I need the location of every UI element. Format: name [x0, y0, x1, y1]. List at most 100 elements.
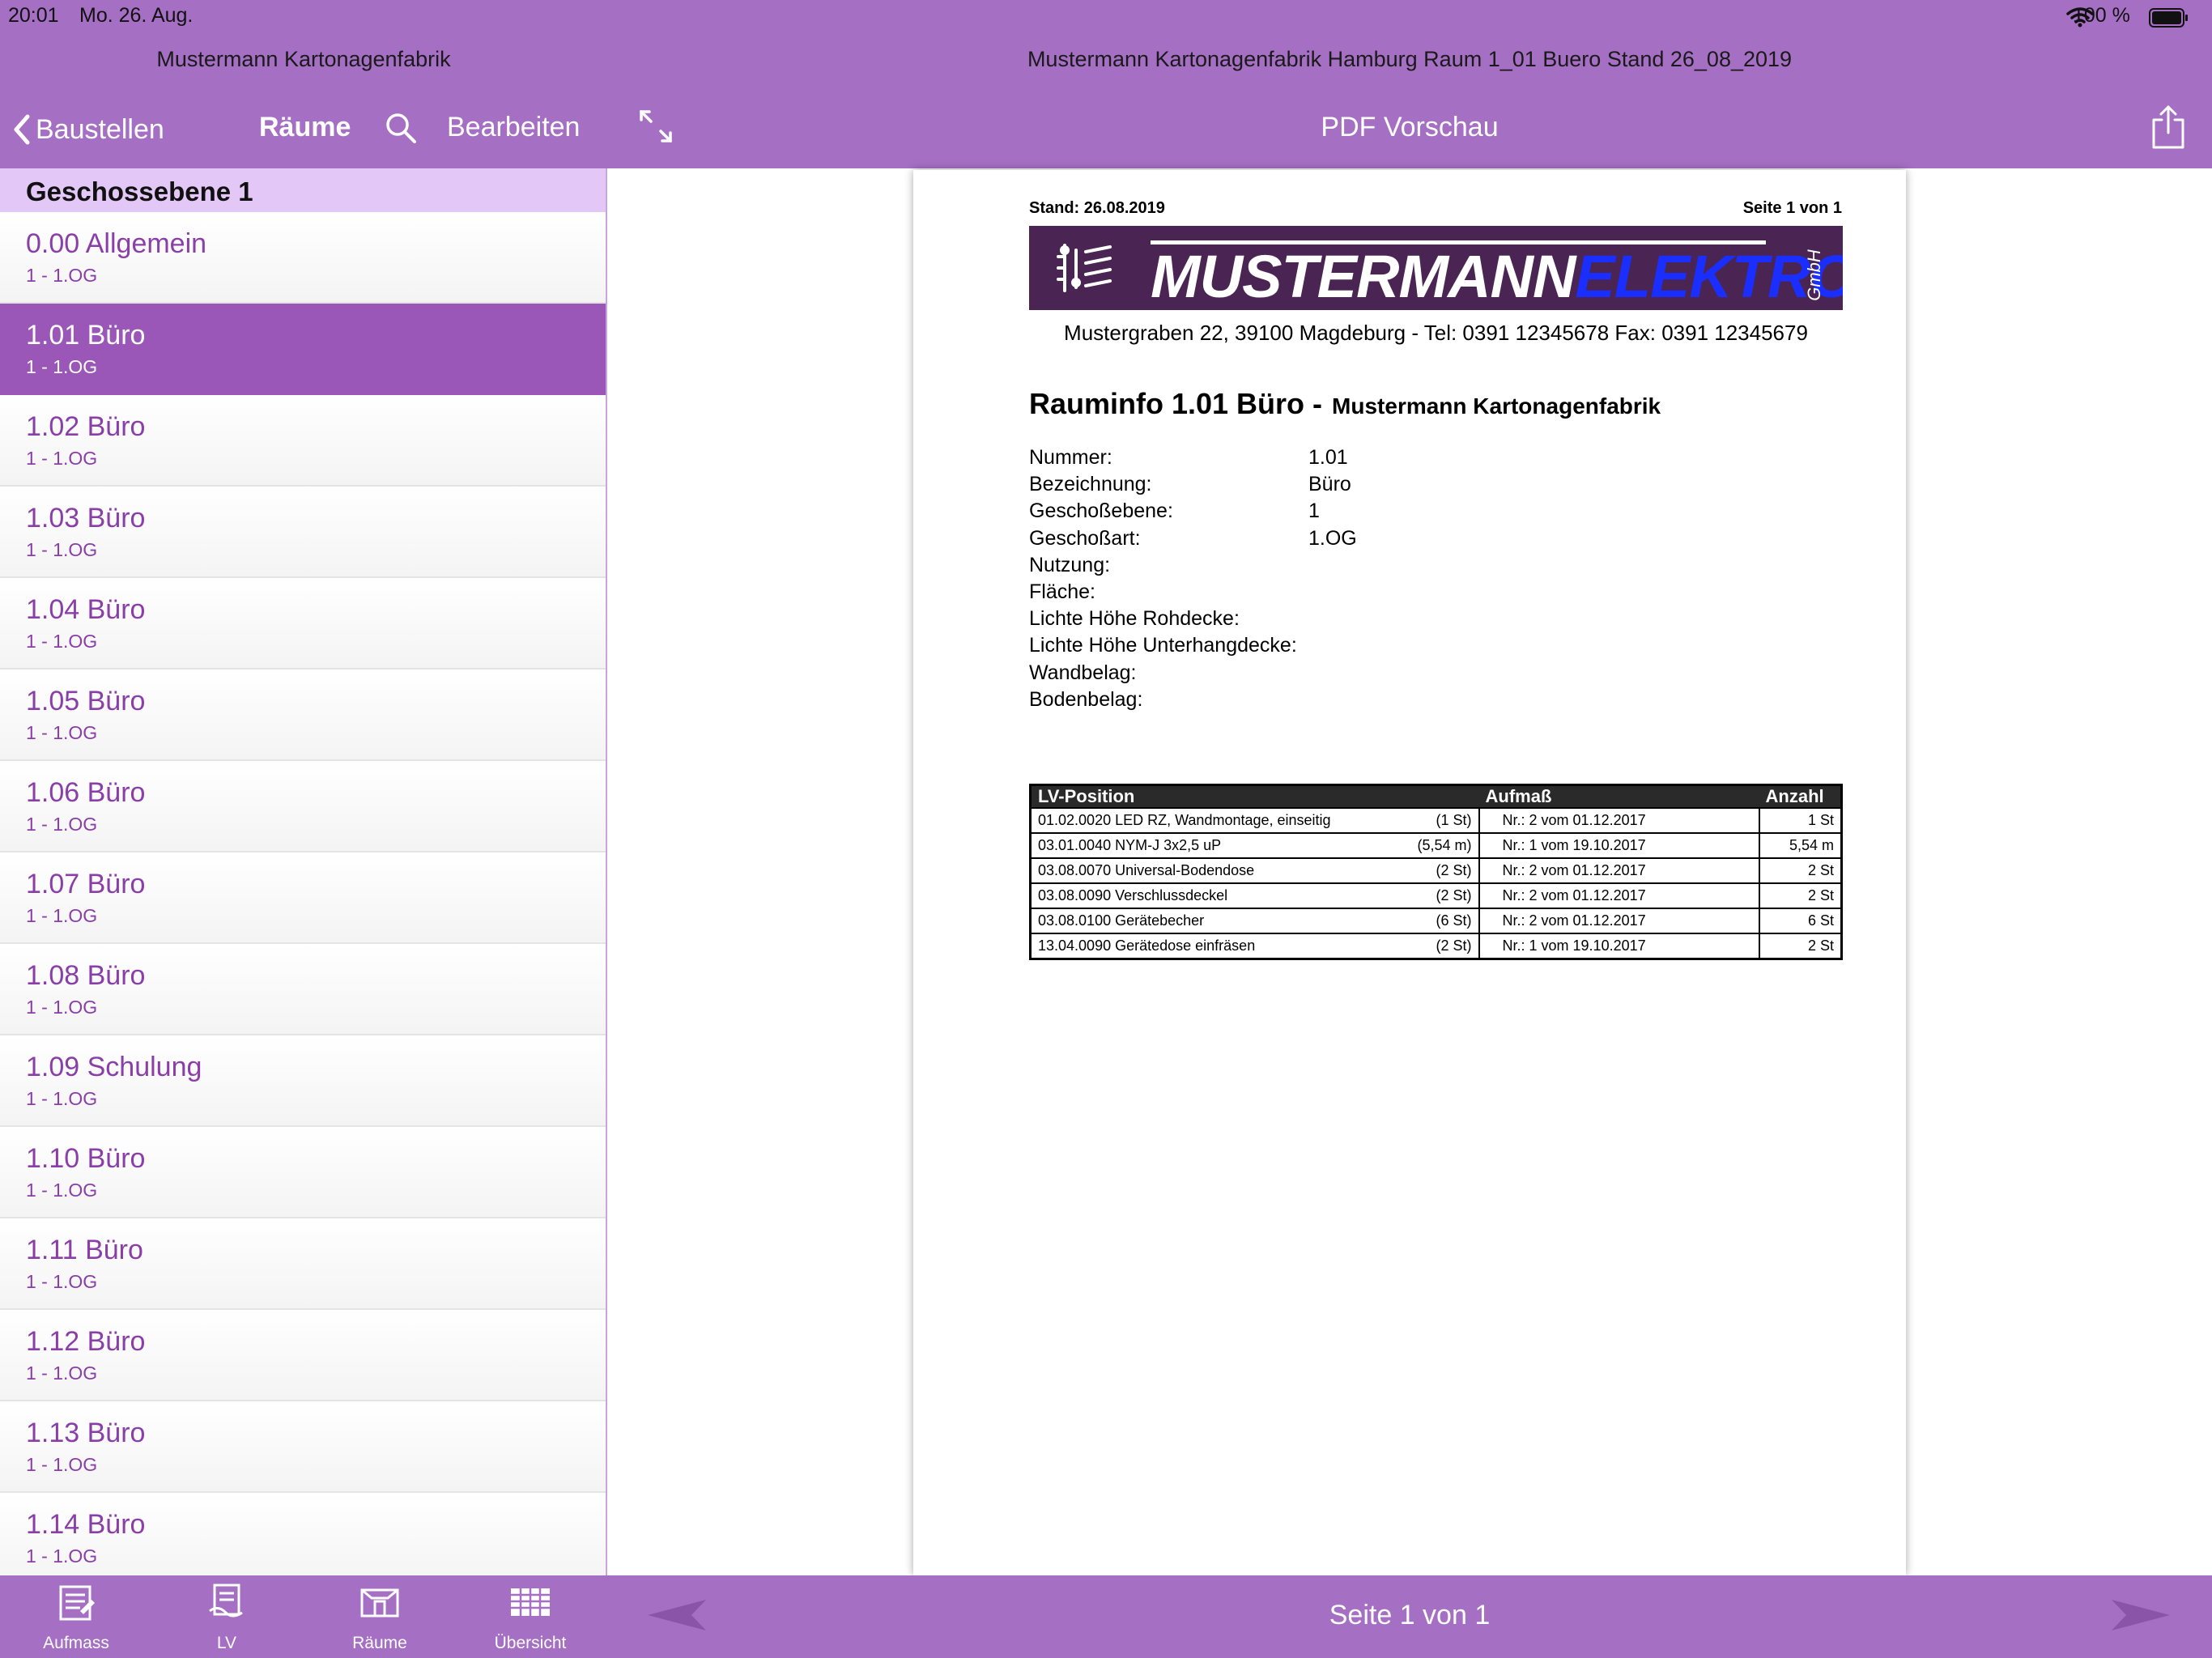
room-list-item[interactable]: 0.00 Allgemein 1 - 1.OG — [0, 212, 606, 304]
room-list-item[interactable]: 1.11 Büro 1 - 1.OG — [0, 1218, 606, 1310]
room-name: 1.11 Büro — [26, 1235, 143, 1265]
lv-table-row: 03.01.0040 NYM-J 3x2,5 uP (5,54 m) Nr.: 1 … — [1029, 832, 1843, 859]
room-name: 1.14 Büro — [26, 1509, 146, 1540]
aufmass-cell: Nr.: 2 vom 01.12.2017 — [1478, 882, 1760, 909]
lv-table-header: LV-Position Aufmaß Anzahl — [1030, 784, 1842, 808]
room-floor: 1 - 1.OG — [26, 539, 98, 560]
rooms-list: 0.00 Allgemein 1 - 1.OG 1.01 Büro 1 - 1.OG 1… — [0, 212, 606, 1584]
left-window-title: Mustermann Kartonagenfabrik — [156, 47, 451, 71]
back-button-label: Baustellen — [36, 113, 164, 145]
search-icon[interactable] — [385, 112, 417, 148]
property-label: Bezeichnung: — [1029, 473, 1152, 496]
lv-quantity-cell: (1 St) — [1368, 807, 1480, 834]
share-icon[interactable] — [2149, 104, 2188, 155]
edit-button[interactable]: Bearbeiten — [447, 112, 580, 143]
aufmass-cell: Nr.: 1 vom 19.10.2017 — [1478, 933, 1760, 960]
property-value: Büro — [1308, 473, 1351, 496]
room-floor: 1 - 1.OG — [26, 905, 98, 926]
lv-quantity-cell: (5,54 m) — [1368, 832, 1480, 859]
room-name: 1.07 Büro — [26, 869, 146, 899]
lv-quantity-cell: (2 St) — [1368, 933, 1480, 960]
measurement-doc-icon — [59, 1585, 95, 1621]
room-name: 1.10 Büro — [26, 1143, 146, 1174]
col-lv-position: LV-Position — [1030, 784, 1479, 808]
room-name: 1.09 Schulung — [26, 1052, 202, 1082]
pdf-heading-room: Rauminfo 1.01 Büro - — [1029, 387, 1323, 420]
rooms-nav-title: Räume — [259, 112, 351, 142]
room-floor: 1 - 1.OG — [26, 1545, 98, 1567]
lv-table-row: 03.08.0100 Gerätebecher (6 St) Nr.: 2 vom … — [1029, 908, 1843, 934]
room-list-item[interactable]: 1.02 Büro 1 - 1.OG — [0, 395, 606, 487]
company-address: Mustergraben 22, 39100 Magdeburg - Tel: … — [1064, 321, 1808, 345]
room-floor: 1 - 1.OG — [26, 997, 98, 1018]
company-logo: MUSTERMANNELEKTRO GmbH — [1029, 226, 1843, 310]
section-header: Geschossebene 1 — [0, 168, 606, 212]
anzahl-cell: 5,54 m — [1758, 832, 1843, 859]
room-floor: 1 - 1.OG — [26, 631, 98, 652]
lv-position-cell: 03.08.0100 Gerätebecher — [1029, 908, 1368, 934]
room-name: 1.02 Büro — [26, 411, 146, 442]
lv-position-cell: 03.08.0090 Verschlussdeckel — [1029, 882, 1368, 909]
status-date: Mo. 26. Aug. — [79, 4, 194, 27]
room-floor: 1 - 1.OG — [26, 1454, 98, 1475]
property-label: Nutzung: — [1029, 553, 1111, 576]
room-list-item[interactable]: 1.06 Büro 1 - 1.OG — [0, 761, 606, 852]
back-button[interactable]: Baustellen — [11, 109, 164, 150]
property-label: Wandbelag: — [1029, 661, 1137, 684]
tab-aufmass-label: Aufmass — [43, 1634, 109, 1652]
room-list-item[interactable]: 1.14 Büro 1 - 1.OG — [0, 1493, 606, 1584]
property-value: 1.01 — [1308, 446, 1348, 469]
tab-lv[interactable]: LV — [170, 1575, 283, 1658]
document-title: Mustermann Kartonagenfabrik Hamburg Raum… — [1027, 47, 1793, 71]
room-list-item[interactable]: 1.12 Büro 1 - 1.OG — [0, 1310, 606, 1401]
room-list-item[interactable]: 1.10 Büro 1 - 1.OG — [0, 1127, 606, 1218]
lv-table: LV-Position Aufmaß Anzahl 01.02.0020 LED… — [1029, 784, 1843, 960]
col-anzahl: Anzahl — [1759, 784, 1842, 808]
anzahl-cell: 1 St — [1758, 807, 1843, 834]
tab-raeume[interactable]: Räume — [323, 1575, 436, 1658]
chevron-left-icon — [14, 114, 30, 145]
room-list-item[interactable]: 1.03 Büro 1 - 1.OG — [0, 487, 606, 578]
room-floor: 1 - 1.OG — [26, 1180, 98, 1201]
room-floor: 1 - 1.OG — [26, 448, 98, 469]
room-floor: 1 - 1.OG — [26, 1271, 98, 1292]
room-list-item[interactable]: 1.05 Büro 1 - 1.OG — [0, 670, 606, 761]
aufmass-cell: Nr.: 1 vom 19.10.2017 — [1478, 832, 1760, 859]
property-label: Fläche: — [1029, 580, 1095, 603]
lv-position-cell: 03.01.0040 NYM-J 3x2,5 uP — [1029, 832, 1368, 859]
property-label: Bodenbelag: — [1029, 687, 1143, 711]
lv-doc-icon — [209, 1584, 243, 1618]
tab-uebersicht[interactable]: Übersicht — [474, 1575, 587, 1658]
room-name: 0.00 Allgemein — [26, 228, 207, 259]
logo-symbol-icon — [1057, 244, 1112, 292]
battery-icon — [2149, 8, 2188, 28]
room-name: 1.03 Büro — [26, 503, 146, 534]
aufmass-cell: Nr.: 2 vom 01.12.2017 — [1478, 857, 1760, 884]
room-floor: 1 - 1.OG — [26, 722, 98, 743]
aufmass-cell: Nr.: 2 vom 01.12.2017 — [1478, 807, 1760, 834]
room-list-item[interactable]: 1.04 Büro 1 - 1.OG — [0, 578, 606, 670]
lv-quantity-cell: (2 St) — [1368, 857, 1480, 884]
anzahl-cell: 2 St — [1758, 882, 1843, 909]
room-list-item[interactable]: 1.13 Büro 1 - 1.OG — [0, 1401, 606, 1493]
room-list-item[interactable]: 1.08 Büro 1 - 1.OG — [0, 944, 606, 1035]
anzahl-cell: 2 St — [1758, 857, 1843, 884]
pdf-heading: Rauminfo 1.01 Büro - Mustermann Kartonage… — [1029, 387, 1661, 421]
lv-quantity-cell: (2 St) — [1368, 882, 1480, 909]
room-floor: 1 - 1.OG — [26, 1363, 98, 1384]
room-name: 1.05 Büro — [26, 686, 146, 716]
tab-uebersicht-label: Übersicht — [494, 1634, 567, 1652]
room-list-item[interactable]: 1.01 Büro 1 - 1.OG — [0, 304, 606, 395]
lv-table-row: 13.04.0090 Gerätedose einfräsen (2 St) Nr.… — [1029, 933, 1843, 960]
lv-position-cell: 13.04.0090 Gerätedose einfräsen — [1029, 933, 1368, 960]
room-list-item[interactable]: 1.09 Schulung 1 - 1.OG — [0, 1035, 606, 1127]
property-label: Geschoßart: — [1029, 526, 1141, 550]
room-name: 1.13 Büro — [26, 1418, 146, 1448]
lv-position-cell: 01.02.0020 LED RZ, Wandmontage, einseiti… — [1029, 807, 1368, 834]
room-list-item[interactable]: 1.07 Büro 1 - 1.OG — [0, 852, 606, 944]
tab-aufmass[interactable]: Aufmass — [19, 1575, 133, 1658]
next-page-arrow-icon[interactable] — [2110, 1596, 2172, 1638]
lv-quantity-cell: (6 St) — [1368, 908, 1480, 934]
col-aufmass: Aufmaß — [1478, 784, 1759, 808]
room-floor: 1 - 1.OG — [26, 1088, 98, 1109]
